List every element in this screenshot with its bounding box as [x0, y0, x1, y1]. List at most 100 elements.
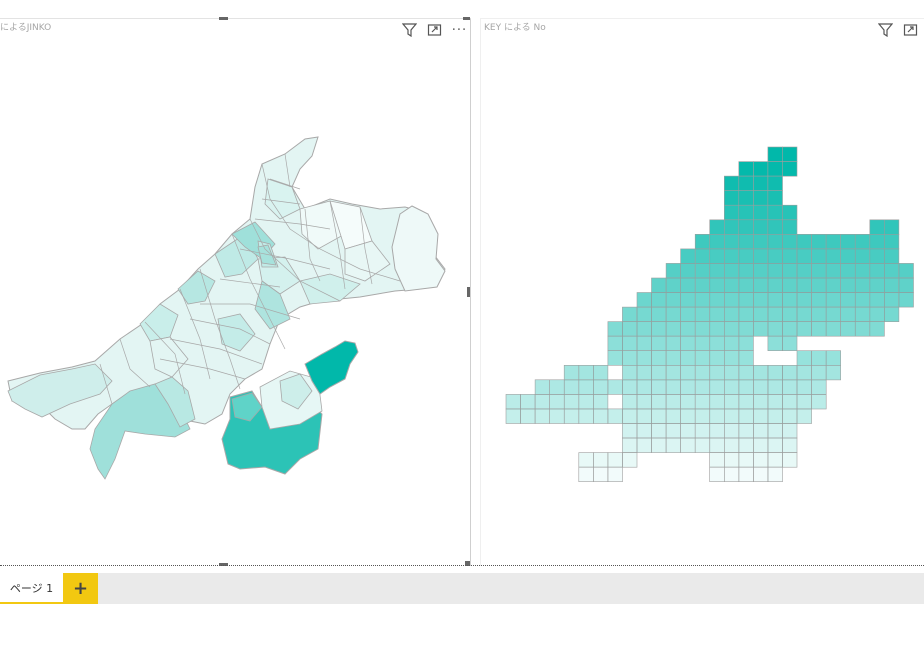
grid-cell[interactable] [738, 161, 754, 177]
grid-cell[interactable] [724, 292, 740, 308]
grid-cell[interactable] [854, 321, 871, 337]
grid-cell[interactable] [796, 364, 812, 381]
grid-cell[interactable] [738, 350, 754, 366]
page-tab[interactable]: ページ 1 [0, 573, 63, 604]
grid-cell[interactable] [767, 408, 783, 424]
grid-cell[interactable] [694, 423, 711, 439]
grid-cell[interactable] [738, 204, 754, 221]
grid-cell[interactable] [811, 234, 827, 250]
grid-cell[interactable] [680, 394, 696, 410]
grid-cell[interactable] [753, 263, 769, 279]
grid-cell[interactable] [724, 219, 740, 235]
grid-cell[interactable] [753, 379, 769, 395]
grid-cell[interactable] [694, 321, 711, 337]
grid-cell[interactable] [578, 394, 594, 410]
grid-cell[interactable] [738, 423, 754, 439]
grid-cell[interactable] [767, 263, 783, 279]
grid-cell[interactable] [694, 408, 711, 424]
grid-cell[interactable] [796, 248, 812, 264]
grid-cell[interactable] [753, 248, 769, 264]
grid-cell[interactable] [782, 146, 798, 162]
grid-cell[interactable] [724, 379, 740, 395]
grid-cell[interactable] [753, 277, 769, 293]
grid-cell[interactable] [636, 437, 652, 453]
grid-cell[interactable] [796, 292, 812, 308]
grid-cell[interactable] [680, 306, 696, 323]
filled-map-visual[interactable]: によるJINKO ··· [0, 17, 471, 566]
grid-cell[interactable] [883, 219, 900, 235]
grid-cell[interactable] [753, 219, 769, 235]
grid-cell[interactable] [563, 364, 580, 381]
grid-cell[interactable] [578, 452, 594, 468]
grid-cell[interactable] [753, 175, 769, 192]
grid-cell[interactable] [651, 335, 667, 352]
grid-cell[interactable] [636, 306, 652, 323]
grid-cell[interactable] [607, 408, 623, 424]
grid-cell[interactable] [782, 219, 798, 235]
grid-cell[interactable] [738, 219, 754, 235]
grid-cell[interactable] [651, 408, 667, 424]
grid-cell[interactable] [694, 394, 711, 410]
grid-cell[interactable] [636, 379, 652, 395]
grid-cell[interactable] [651, 277, 667, 293]
grid-cell[interactable] [651, 379, 667, 395]
grid-cell[interactable] [709, 335, 725, 352]
grid-cell[interactable] [753, 466, 769, 483]
grid-cell[interactable] [694, 437, 711, 453]
grid-cell[interactable] [753, 394, 769, 410]
grid-cell[interactable] [665, 321, 682, 337]
grid-cell[interactable] [607, 466, 623, 483]
grid-cell[interactable] [694, 306, 711, 323]
grid-cell[interactable] [709, 321, 725, 337]
grid-cell[interactable] [709, 248, 725, 264]
grid-cell[interactable] [665, 408, 682, 424]
grid-cell[interactable] [811, 379, 827, 395]
grid-cell[interactable] [563, 394, 580, 410]
grid-cell[interactable] [709, 263, 725, 279]
grid-cell[interactable] [724, 248, 740, 264]
grid-cell[interactable] [738, 364, 754, 381]
grid-cell[interactable] [636, 321, 652, 337]
grid-cell[interactable] [796, 263, 812, 279]
grid-cell[interactable] [665, 437, 682, 453]
grid-cell[interactable] [563, 379, 580, 395]
grid-cell[interactable] [709, 394, 725, 410]
grid-cell[interactable] [534, 394, 550, 410]
grid-cell[interactable] [680, 408, 696, 424]
grid-cell[interactable] [869, 219, 885, 235]
grid-cell[interactable] [869, 234, 885, 250]
grid-cell[interactable] [898, 263, 914, 279]
grid-cell[interactable] [782, 292, 798, 308]
grid-cell[interactable] [694, 277, 711, 293]
grid-cell[interactable] [593, 394, 609, 410]
grid-cell[interactable] [767, 394, 783, 410]
grid-cell[interactable] [563, 408, 580, 424]
grid-cell[interactable] [753, 437, 769, 453]
grid-cell[interactable] [767, 306, 783, 323]
grid-cell[interactable] [622, 408, 638, 424]
grid-cell[interactable] [869, 248, 885, 264]
grid-cell[interactable] [796, 306, 812, 323]
grid-cell[interactable] [869, 321, 885, 337]
grid-cell[interactable] [651, 437, 667, 453]
grid-cell[interactable] [651, 364, 667, 381]
grid-cell[interactable] [767, 321, 783, 337]
grid-cell[interactable] [782, 437, 798, 453]
grid-cell[interactable] [709, 466, 725, 483]
add-page-button[interactable]: + [63, 573, 98, 604]
grid-cell[interactable] [593, 466, 609, 483]
grid-cell[interactable] [607, 452, 623, 468]
grid-cell[interactable] [593, 408, 609, 424]
grid-cell[interactable] [651, 321, 667, 337]
grid-cell[interactable] [680, 263, 696, 279]
grid-cell[interactable] [767, 277, 783, 293]
grid-cell[interactable] [738, 292, 754, 308]
grid-cell[interactable] [782, 277, 798, 293]
grid-cell[interactable] [854, 263, 871, 279]
grid-cell[interactable] [738, 248, 754, 264]
grid-cell[interactable] [724, 335, 740, 352]
grid-cell[interactable] [622, 306, 638, 323]
grid-cell[interactable] [680, 350, 696, 366]
grid-cell[interactable] [825, 292, 842, 308]
grid-cell[interactable] [738, 306, 754, 323]
